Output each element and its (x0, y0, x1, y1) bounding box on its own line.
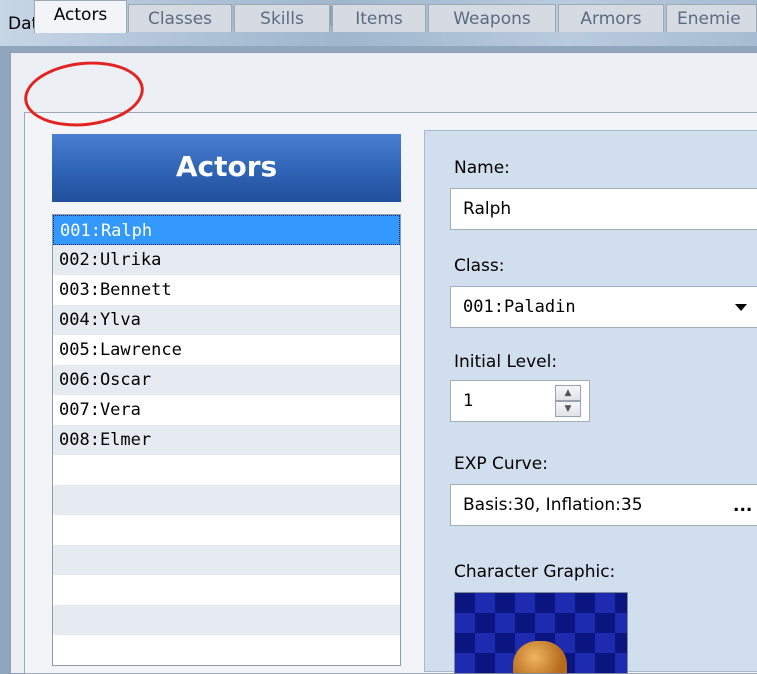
exp-curve-ellipsis-button[interactable]: ... (733, 496, 752, 516)
stepper-up-icon[interactable]: ▲ (555, 385, 581, 401)
actors-list-header: Actors (52, 134, 401, 202)
actors-list[interactable]: 001:Ralph 002:Ulrika 003:Bennett 004:Ylva 00… (52, 214, 401, 666)
list-item-empty (53, 545, 400, 575)
list-item[interactable]: 001:Ralph (53, 215, 400, 245)
list-item[interactable]: 003:Bennett (53, 275, 400, 305)
list-item[interactable]: 008:Elmer (53, 425, 400, 455)
tab-enemies[interactable]: Enemie (666, 4, 757, 32)
list-item[interactable]: 007:Vera (53, 395, 400, 425)
character-sprite-icon (513, 641, 567, 673)
list-item[interactable]: 006:Oscar (53, 365, 400, 395)
tab-weapons[interactable]: Weapons (428, 4, 556, 32)
list-item[interactable]: 004:Ylva (53, 305, 400, 335)
list-item-empty (53, 485, 400, 515)
list-item-empty (53, 635, 400, 665)
list-item-empty (53, 605, 400, 635)
list-item[interactable]: 005:Lawrence (53, 335, 400, 365)
character-graphic-label: Character Graphic: (454, 562, 616, 582)
name-input[interactable]: Ralph (450, 188, 757, 230)
tab-skills[interactable]: Skills (234, 4, 330, 32)
tab-classes[interactable]: Classes (128, 4, 232, 32)
list-item-empty (53, 575, 400, 605)
tab-armors[interactable]: Armors (558, 4, 664, 32)
stepper-down-icon[interactable]: ▼ (555, 401, 581, 417)
name-label: Name: (454, 158, 510, 178)
list-item-empty (53, 515, 400, 545)
character-graphic-preview[interactable] (454, 592, 628, 674)
initial-level-label: Initial Level: (454, 352, 558, 372)
exp-curve-field[interactable]: Basis:30, Inflation:35 (450, 484, 757, 526)
chevron-down-icon[interactable] (735, 304, 747, 311)
list-item[interactable]: 002:Ulrika (53, 245, 400, 275)
tab-actors[interactable]: Actors (34, 0, 127, 33)
list-item-empty (53, 455, 400, 485)
class-label: Class: (454, 256, 505, 276)
exp-curve-label: EXP Curve: (454, 454, 548, 474)
class-select[interactable]: 001:Paladin (450, 286, 757, 328)
tab-items[interactable]: Items (332, 4, 426, 32)
